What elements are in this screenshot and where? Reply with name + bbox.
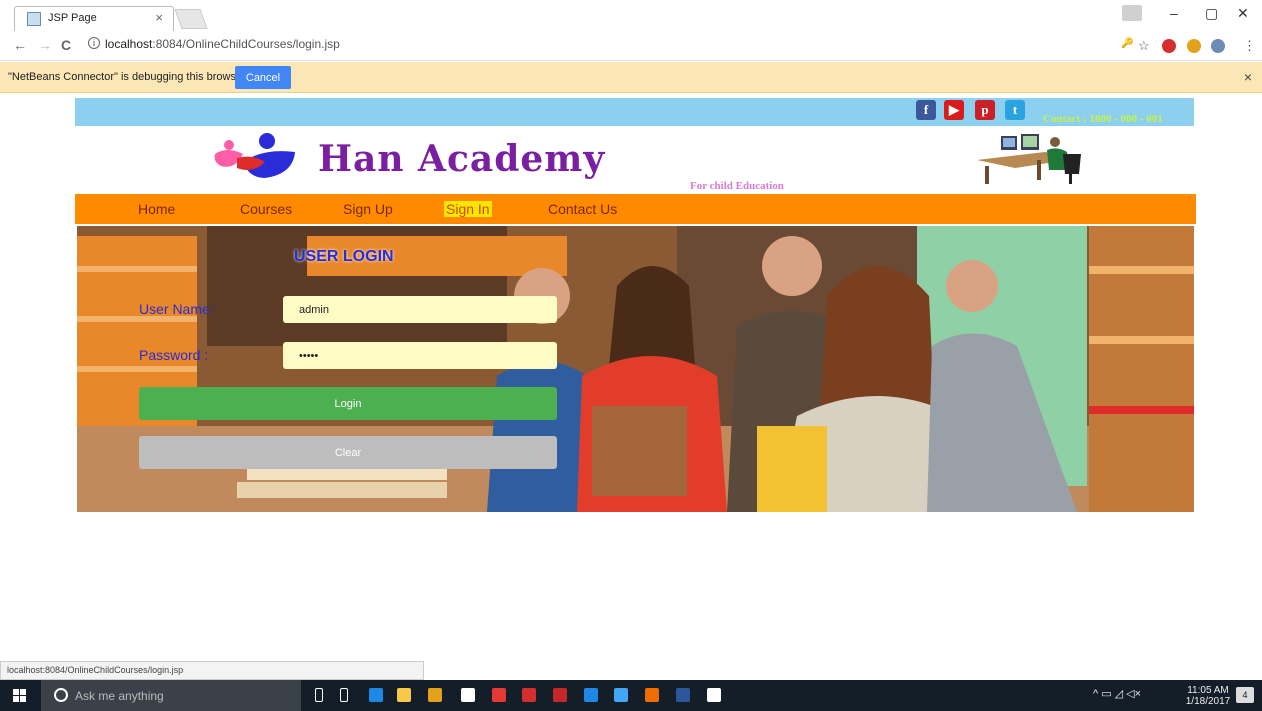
cortana-search[interactable]: Ask me anything [41, 680, 301, 711]
youtube-icon[interactable]: ▶ [944, 100, 964, 120]
url-text[interactable]: localhost:8084/OnlineChildCourses/login.… [105, 37, 340, 51]
forward-button[interactable]: → [38, 37, 52, 53]
tagline: For child Education [690, 180, 784, 192]
mail-icon[interactable] [492, 688, 506, 702]
edge-icon[interactable] [369, 688, 383, 702]
debug-infobar: "NetBeans Connector" is debugging this b… [0, 62, 1262, 93]
url-path: :8084/OnlineChildCourses/login.jsp [152, 37, 340, 51]
task-view-icon[interactable] [340, 688, 348, 702]
windows-start-icon[interactable] [13, 689, 26, 702]
chrome-icon[interactable] [428, 688, 442, 702]
close-window-button[interactable]: ✕ [1237, 5, 1249, 22]
office-desk-illustration [977, 134, 1081, 184]
key-icon[interactable]: 🔑 [1121, 38, 1133, 49]
debug-message: "NetBeans Connector" is debugging this b… [8, 71, 249, 83]
shield-icon[interactable] [1211, 39, 1225, 53]
url-host: localhost [105, 37, 153, 51]
notification-center-icon[interactable]: 4 [1236, 687, 1254, 703]
xampp-icon[interactable] [645, 688, 659, 702]
store-icon[interactable] [461, 688, 475, 702]
browser-toolbar: ← → C i localhost:8084/OnlineChildCourse… [0, 31, 1262, 61]
clear-button[interactable]: Clear [139, 436, 557, 469]
main-nav: Home Courses Sign Up Sign In Contact Us [75, 194, 1196, 224]
profile-icon[interactable] [1122, 5, 1142, 21]
acrobat-icon[interactable] [522, 688, 536, 702]
word-icon[interactable] [676, 688, 690, 702]
page-favicon-icon [27, 12, 41, 26]
cortana-icon [54, 688, 68, 702]
nav-sign-up[interactable]: Sign Up [343, 201, 393, 217]
facebook-icon[interactable]: f [916, 100, 936, 120]
infobar-close-icon[interactable]: × [1244, 69, 1252, 85]
clock[interactable]: 11:05 AM 1/18/2017 [1183, 685, 1233, 707]
nav-home[interactable]: Home [138, 201, 175, 217]
teamviewer-icon[interactable] [584, 688, 598, 702]
mic-icon[interactable] [315, 688, 323, 702]
file-explorer-icon[interactable] [397, 688, 411, 702]
browser-tab[interactable]: JSP Page × [14, 6, 174, 31]
minimize-button[interactable]: – [1170, 5, 1178, 21]
tab-close-icon[interactable]: × [155, 10, 163, 25]
top-band [75, 98, 1194, 126]
nav-sign-in[interactable]: Sign In [444, 201, 492, 217]
username-input[interactable] [283, 296, 557, 323]
tab-strip: JSP Page × – ▢ ✕ [0, 0, 1262, 31]
classroom-photo [77, 226, 1194, 512]
adblock-icon[interactable] [1162, 39, 1176, 53]
password-input[interactable] [283, 342, 557, 369]
maximize-button[interactable]: ▢ [1205, 5, 1218, 22]
login-button[interactable]: Login [139, 387, 557, 420]
tray-icons[interactable]: ^ ▭ ◿ ◁× [1093, 689, 1141, 700]
mcafee-icon[interactable] [553, 688, 567, 702]
tab-title: JSP Page [48, 12, 97, 24]
reload-button[interactable]: C [61, 37, 71, 53]
clock-date: 1/18/2017 [1185, 696, 1231, 707]
photos-icon[interactable] [707, 688, 721, 702]
password-label: Password : [139, 347, 209, 363]
academy-logo-icon [214, 133, 295, 178]
twitter-icon[interactable]: t [1005, 100, 1025, 120]
status-url-bubble: localhost:8084/OnlineChildCourses/login.… [0, 661, 424, 680]
nav-contact-us[interactable]: Contact Us [548, 201, 617, 217]
hero-background [77, 226, 1194, 512]
windows-taskbar: Ask me anything ^ ▭ ◿ ◁× 11:05 AM 1/18/2… [0, 680, 1262, 711]
pinterest-icon[interactable]: p [975, 100, 995, 120]
virtualbox-icon[interactable] [614, 688, 628, 702]
nav-courses[interactable]: Courses [240, 201, 292, 217]
brand-title: Han Academy [318, 138, 606, 180]
info-icon[interactable]: i [88, 37, 100, 49]
chrome-menu-icon[interactable]: ⋮ [1243, 38, 1256, 54]
login-title: USER LOGIN [294, 248, 394, 265]
extension-icon[interactable] [1187, 39, 1201, 53]
username-label: User Name : [139, 301, 218, 317]
bookmark-star-icon[interactable]: ☆ [1138, 38, 1150, 54]
search-placeholder: Ask me anything [75, 689, 164, 703]
back-button[interactable]: ← [13, 37, 27, 53]
clock-time: 11:05 AM [1187, 685, 1229, 696]
new-tab-button[interactable] [174, 9, 208, 29]
cancel-debug-button[interactable]: Cancel [235, 66, 291, 89]
address-bar[interactable]: i localhost:8084/OnlineChildCourses/logi… [84, 34, 1262, 56]
contact-text: Contact : 1800 - 000 - 001 [1043, 113, 1163, 125]
